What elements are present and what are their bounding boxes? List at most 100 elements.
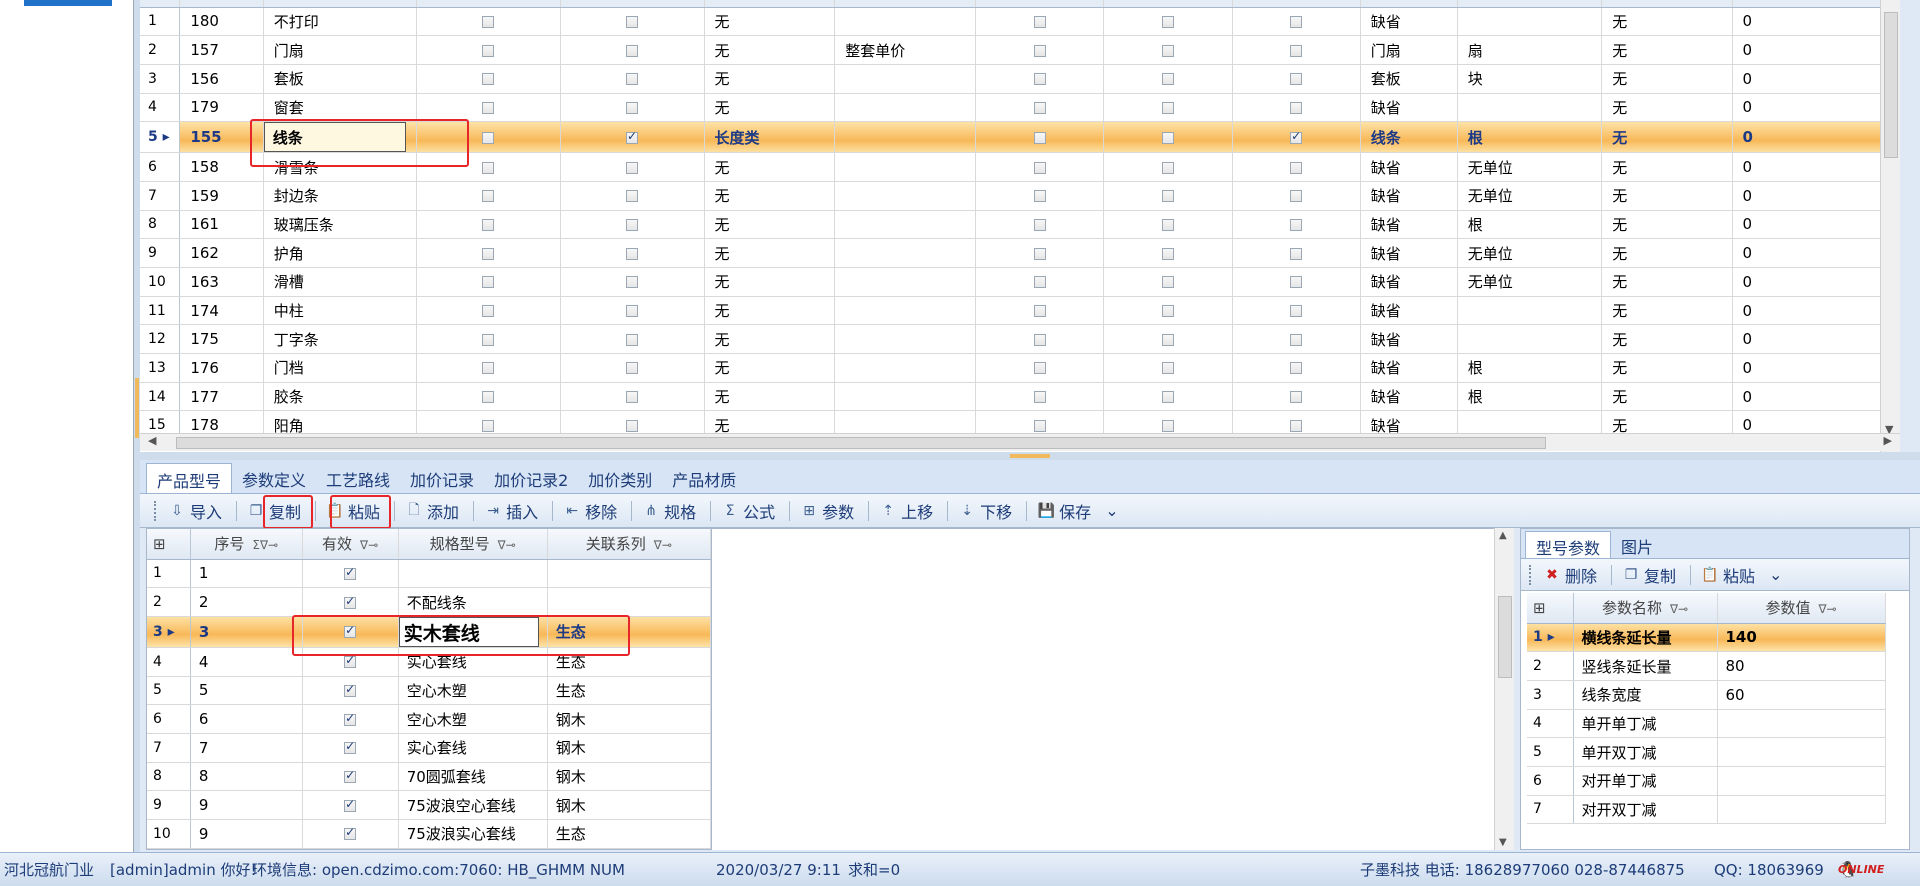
column-header[interactable] <box>1457 0 1603 8</box>
flag-1-checkbox[interactable] <box>482 161 495 174</box>
flag-3-checkbox[interactable] <box>1033 391 1046 404</box>
cell-param-value[interactable]: 140 <box>1717 623 1886 653</box>
flag-2-checkbox[interactable] <box>626 161 639 174</box>
flag-2-checkbox[interactable] <box>626 15 639 28</box>
cell-seq[interactable]: 1 <box>190 559 303 589</box>
cell-calc[interactable]: 无 <box>1601 64 1733 94</box>
cell-param[interactable] <box>834 353 977 383</box>
flag-1-checkbox[interactable] <box>482 305 495 318</box>
toolbar-button-9[interactable]: ⇡ 上移 <box>879 499 933 523</box>
column-header[interactable] <box>834 0 977 8</box>
cell-series[interactable]: 生态 <box>547 616 711 648</box>
cell-series[interactable]: 缺省 <box>1360 181 1458 211</box>
flag-4-checkbox[interactable] <box>1161 419 1174 432</box>
cell-category[interactable]: 无 <box>704 382 836 412</box>
flag-4-checkbox[interactable] <box>1161 131 1174 144</box>
table-row[interactable]: 1 ▸ 横线条延长量 140 <box>1527 623 1886 653</box>
scroll-thumb[interactable] <box>1498 596 1512 678</box>
spec-editor[interactable]: 实木套线 <box>398 616 539 647</box>
column-header-valid[interactable]: 有效 ∇⊸ <box>302 529 399 560</box>
cell-series[interactable]: 生态 <box>547 819 711 849</box>
toolbar-button-2[interactable]: 📋 粘贴 <box>326 499 380 523</box>
table-row[interactable]: 10 163 滑槽 无 缺省 无单位 无 0 <box>140 267 1900 297</box>
cell-calc[interactable]: 无 <box>1601 267 1733 297</box>
cell-series[interactable]: 缺省 <box>1360 296 1458 326</box>
flag-4-checkbox[interactable] <box>1161 276 1174 289</box>
cell-series[interactable]: 套板 <box>1360 64 1458 94</box>
cell-category[interactable]: 无 <box>704 210 836 240</box>
cell-param[interactable] <box>834 93 977 123</box>
cell-calc[interactable]: 无 <box>1601 210 1733 240</box>
scroll-left-icon[interactable]: ◀ <box>148 434 156 447</box>
cell-product-name[interactable]: 护角 <box>263 238 417 268</box>
flag-5-checkbox[interactable] <box>1290 333 1303 346</box>
flag-3-checkbox[interactable] <box>1033 305 1046 318</box>
cell-product-name[interactable]: 滑雪条 <box>263 152 417 182</box>
filter-icon[interactable]: ∇⊸ <box>654 538 672 552</box>
cell-series[interactable]: 缺省 <box>1360 353 1458 383</box>
cell-param[interactable] <box>834 210 977 240</box>
scroll-up-icon[interactable]: ▲ <box>1499 530 1507 541</box>
column-header[interactable] <box>1103 0 1233 8</box>
table-row[interactable]: 7 159 封边条 无 缺省 无单位 无 0 <box>140 181 1900 211</box>
flag-4-checkbox[interactable] <box>1161 362 1174 375</box>
cell-value[interactable]: 0 <box>1732 353 1900 383</box>
cell-product-name[interactable]: 滑槽 <box>263 267 417 297</box>
flag-4-checkbox[interactable] <box>1161 247 1174 260</box>
flag-4-checkbox[interactable] <box>1161 305 1174 318</box>
toolbar-button-1[interactable]: ❐ 复制 <box>247 499 301 523</box>
valid-checkbox[interactable] <box>344 768 357 783</box>
cell-value[interactable]: 0 <box>1732 210 1900 240</box>
cell-param[interactable] <box>834 296 977 326</box>
flag-5-checkbox[interactable] <box>1290 419 1303 432</box>
cell-seq[interactable]: 8 <box>190 762 303 792</box>
cell-spec[interactable]: 实心套线 <box>398 647 548 677</box>
cell-series[interactable] <box>547 559 711 589</box>
column-header[interactable] <box>140 0 181 8</box>
valid-checkbox[interactable] <box>344 711 357 726</box>
flag-3-checkbox[interactable] <box>1033 218 1046 231</box>
table-row[interactable]: 3 线条宽度 60 <box>1527 680 1886 710</box>
cell-value[interactable]: 0 <box>1732 181 1900 211</box>
flag-1-checkbox[interactable] <box>482 419 495 432</box>
flag-3-checkbox[interactable] <box>1033 15 1046 28</box>
cell-value[interactable]: 0 <box>1732 64 1900 94</box>
cell-seq[interactable]: 2 <box>190 587 303 617</box>
cell-series[interactable]: 缺省 <box>1360 324 1458 355</box>
column-chooser-icon[interactable]: ⊞ <box>147 529 191 560</box>
horizontal-splitter[interactable] <box>140 452 1920 460</box>
column-header[interactable] <box>704 0 836 8</box>
table-row[interactable]: 3 156 套板 无 套板 块 无 0 <box>140 64 1900 94</box>
flag-5-checkbox[interactable] <box>1290 129 1303 144</box>
flag-1-checkbox[interactable] <box>482 391 495 404</box>
param-tab-1[interactable]: 图片 <box>1611 531 1663 558</box>
cell-unit[interactable]: 扇 <box>1457 35 1603 65</box>
cell-param[interactable] <box>834 121 977 154</box>
cell-param-name[interactable]: 单开单丁减 <box>1573 709 1718 739</box>
valid-checkbox[interactable] <box>344 623 357 639</box>
cell-spec[interactable]: 实心套线 <box>398 733 548 763</box>
flag-2-checkbox[interactable] <box>626 44 639 57</box>
cell-value[interactable]: 0 <box>1732 382 1900 412</box>
cell-series[interactable]: 缺省 <box>1360 382 1458 412</box>
cell-spec[interactable]: 实木套线 <box>398 616 548 648</box>
cell-calc[interactable]: 无 <box>1601 35 1733 65</box>
cell-series[interactable]: 门扇 <box>1360 35 1458 65</box>
flag-5-checkbox[interactable] <box>1290 161 1303 174</box>
flag-5-checkbox[interactable] <box>1290 218 1303 231</box>
cell-product-name[interactable]: 线条 <box>263 121 417 154</box>
tab-4[interactable]: 加价记录2 <box>484 463 578 493</box>
cell-value[interactable]: 0 <box>1732 93 1900 123</box>
flag-1-checkbox[interactable] <box>482 362 495 375</box>
cell-param-name[interactable]: 竖线条延长量 <box>1573 651 1718 681</box>
table-row[interactable]: 8 8 70圆弧套线 钢木 <box>147 762 711 792</box>
cell-param-value[interactable] <box>1717 766 1886 796</box>
cell-series[interactable]: 钢木 <box>547 733 711 763</box>
flag-3-checkbox[interactable] <box>1033 362 1046 375</box>
flag-3-checkbox[interactable] <box>1033 131 1046 144</box>
flag-1-checkbox[interactable] <box>482 131 495 144</box>
tab-3[interactable]: 加价记录 <box>400 463 484 493</box>
cell-param[interactable] <box>834 7 977 37</box>
cell-unit[interactable]: 无单位 <box>1457 267 1603 297</box>
column-header[interactable] <box>975 0 1105 8</box>
